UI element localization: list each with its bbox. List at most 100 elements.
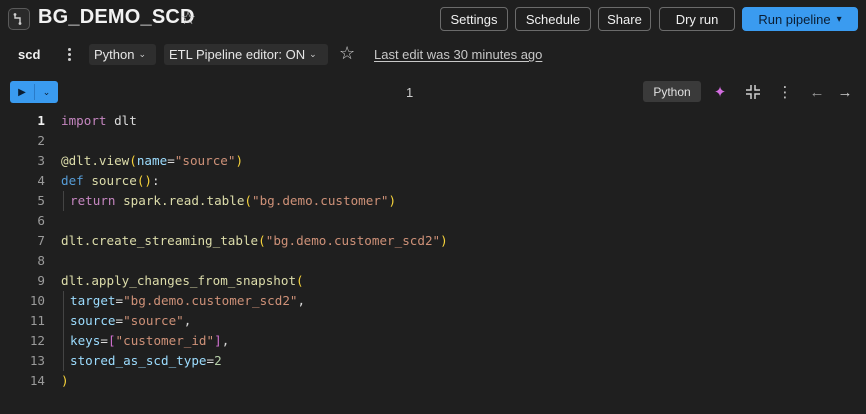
code-line[interactable]: 13 stored_as_scd_type=2 (0, 351, 866, 371)
code-token: , (183, 313, 192, 328)
star-icon[interactable]: ☆ (180, 8, 196, 28)
indent-guide (63, 311, 64, 331)
code-token: "bg.demo.customer_scd2" (123, 293, 298, 308)
run-cell-button[interactable]: ▶ ⌄ (10, 81, 58, 103)
star-icon[interactable]: ☆ (339, 43, 355, 63)
arrow-right-icon[interactable]: → (836, 82, 854, 102)
arrow-left-icon[interactable]: ← (808, 82, 826, 102)
line-number: 2 (37, 133, 45, 148)
line-number: 12 (29, 333, 45, 348)
code-token: = (115, 293, 124, 308)
code-token: ( (258, 233, 266, 248)
code-line[interactable]: 11 source="source", (0, 311, 866, 331)
notebook-name[interactable]: scd (18, 47, 40, 62)
last-edit-link[interactable]: Last edit was 30 minutes ago (374, 47, 542, 62)
run-pipeline-button[interactable]: Run pipeline ▾ (742, 7, 858, 31)
code-line[interactable]: 2 (0, 131, 866, 151)
sparkle-icon[interactable]: ✦ (711, 82, 729, 102)
line-number: 7 (37, 233, 45, 248)
editor-mode-label: ETL Pipeline editor: ON (169, 47, 306, 62)
line-number: 1 (37, 113, 45, 128)
code-line[interactable]: 3 @dlt.view(name="source") (0, 151, 866, 171)
code-line[interactable]: 1 import dlt (0, 111, 866, 131)
cell-language-badge[interactable]: Python (643, 81, 701, 102)
code-token: return (70, 193, 116, 208)
editor-mode-selector[interactable]: ETL Pipeline editor: ON ⌄ (164, 44, 328, 65)
code-token: : (152, 173, 160, 188)
indent-guide (63, 291, 64, 311)
code-token: "source" (123, 313, 184, 328)
code-token: () (136, 173, 152, 188)
schedule-button[interactable]: Schedule (515, 7, 591, 31)
code-token: stored_as_scd_type (70, 353, 207, 368)
code-token: @dlt.view (61, 153, 130, 168)
code-token: ( (296, 273, 304, 288)
code-token: name (136, 153, 168, 168)
line-number: 11 (29, 313, 45, 328)
code-line[interactable]: 9 dlt.apply_changes_from_snapshot( (0, 271, 866, 291)
code-token: ) (235, 153, 244, 168)
code-token: dlt.apply_changes_from_snapshot (61, 273, 297, 288)
line-number: 9 (37, 273, 45, 288)
share-button[interactable]: Share (598, 7, 651, 31)
code-token: "bg.demo.customer" (252, 193, 389, 208)
cell-number: 1 (406, 85, 414, 100)
code-token: target (70, 293, 116, 308)
code-token: ] (214, 333, 222, 348)
code-token: source (83, 173, 137, 188)
run-pipeline-label: Run pipeline (758, 11, 831, 27)
code-token: dlt.create_streaming_table (61, 233, 259, 248)
code-token: [ (107, 333, 116, 348)
chevron-down-icon: ⌄ (138, 49, 147, 59)
indent-guide (63, 351, 64, 371)
code-token: ) (440, 233, 448, 248)
line-number: 8 (37, 253, 45, 268)
chevron-down-icon[interactable]: ⌄ (35, 87, 58, 98)
code-token: 2 (214, 353, 222, 368)
line-number: 3 (37, 153, 45, 168)
code-token: source (70, 313, 116, 328)
code-token: "source" (174, 153, 236, 168)
dry-run-button[interactable]: Dry run (659, 7, 735, 31)
chevron-down-icon: ⌄ (309, 49, 317, 59)
code-line[interactable]: 10 target="bg.demo.customer_scd2", (0, 291, 866, 311)
code-token: = (206, 353, 215, 368)
title-bar: BG_DEMO_SCD ☆ Settings Schedule Share Dr… (0, 0, 866, 38)
page-title: BG_DEMO_SCD (38, 6, 195, 28)
code-line[interactable]: 6 (0, 211, 866, 231)
code-token: dlt (106, 113, 137, 128)
code-line[interactable]: 14 ) (0, 371, 866, 391)
code-token: spark.read.table (115, 193, 245, 208)
code-line[interactable]: 4 def source(): (0, 171, 866, 191)
kebab-icon[interactable]: ⋮ (776, 82, 794, 102)
code-token: def (61, 173, 84, 188)
line-number: 13 (29, 353, 45, 368)
language-selector-label: Python (94, 47, 135, 62)
indent-guide (63, 191, 64, 211)
code-token: ) (61, 373, 69, 388)
code-line[interactable]: 12 keys=["customer_id"], (0, 331, 866, 351)
collapse-icon[interactable] (744, 82, 762, 102)
code-token: "bg.demo.customer_scd2" (265, 233, 441, 248)
chevron-down-icon: ▾ (836, 13, 842, 25)
collapse-glyph (746, 85, 760, 99)
pipeline-icon[interactable] (8, 8, 30, 30)
kebab-icon[interactable] (64, 44, 74, 64)
code-token: , (297, 293, 306, 308)
language-selector[interactable]: Python ⌄ (89, 44, 156, 65)
indent-guide (63, 331, 64, 351)
play-icon[interactable]: ▶ (10, 87, 34, 98)
code-line[interactable]: 8 (0, 251, 866, 271)
code-token: = (100, 333, 108, 348)
code-line[interactable]: 5 return spark.read.table("bg.demo.custo… (0, 191, 866, 211)
line-number: 10 (29, 293, 45, 308)
settings-button[interactable]: Settings (440, 7, 508, 31)
code-line[interactable]: 7 dlt.create_streaming_table("bg.demo.cu… (0, 231, 866, 251)
code-token: = (115, 313, 124, 328)
line-number: 6 (37, 213, 45, 228)
line-number: 5 (37, 193, 45, 208)
line-number: 4 (37, 173, 45, 188)
code-token: ) (388, 193, 397, 208)
code-token: = (167, 153, 175, 168)
pipeline-glyph (13, 13, 22, 25)
